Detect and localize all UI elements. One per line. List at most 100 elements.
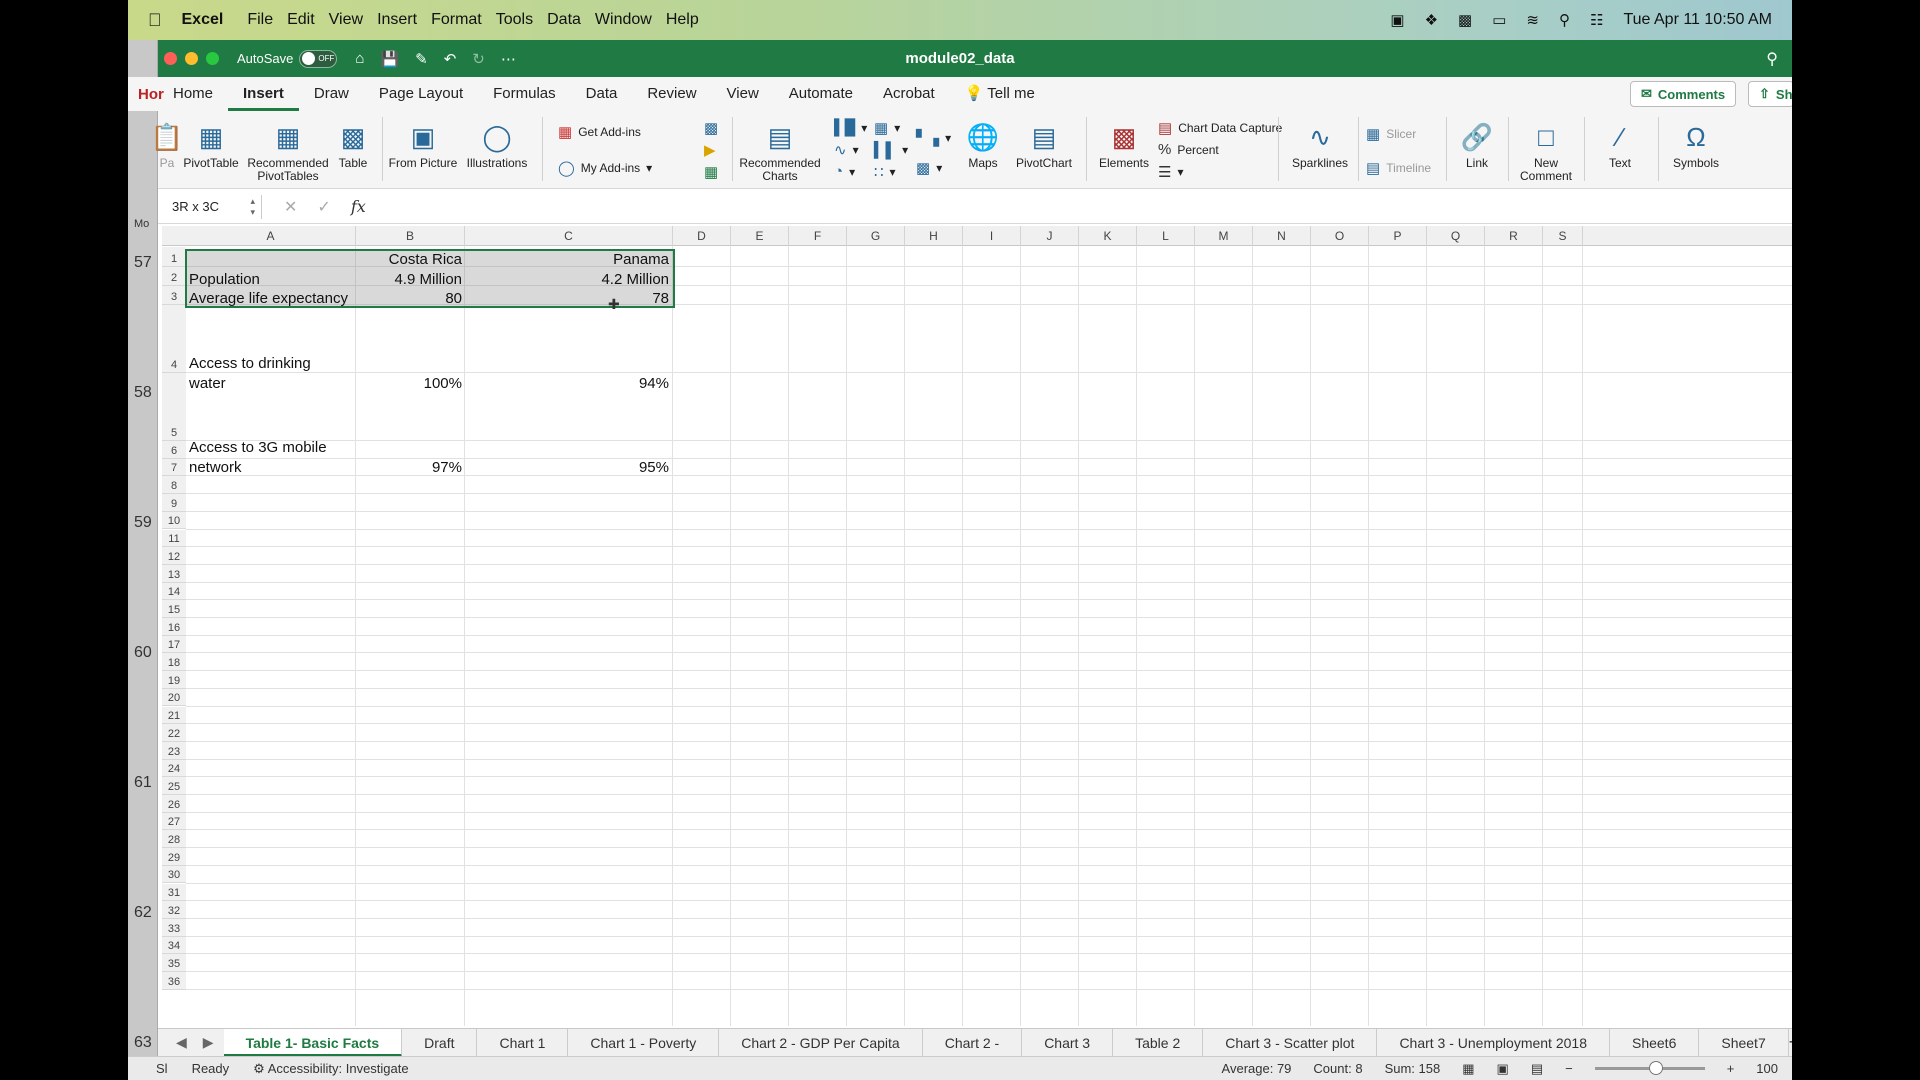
cell-A5-line2[interactable]: network xyxy=(186,458,356,477)
comments-button[interactable]: ✉ Comments xyxy=(1630,81,1737,107)
more-elements-button[interactable]: ☰ ▾ xyxy=(1158,163,1183,181)
column-header-B[interactable]: B xyxy=(356,226,465,246)
menu-view[interactable]: View xyxy=(329,11,363,29)
sheet-tab[interactable]: Chart 2 - xyxy=(923,1028,1023,1057)
recommended-charts-button[interactable]: ▤ Recommended Charts xyxy=(738,117,822,183)
row-header-17[interactable]: 17 xyxy=(162,635,186,654)
row-header-24[interactable]: 24 xyxy=(162,759,186,778)
more-icon[interactable]: ⋯ xyxy=(501,50,516,68)
close-window-button[interactable] xyxy=(164,52,177,65)
cell-A2[interactable]: Population xyxy=(186,270,356,289)
zoom-level[interactable]: 100 xyxy=(1756,1061,1778,1076)
row-header-25[interactable]: 25 xyxy=(162,777,186,795)
cell-A4-line1[interactable]: Access to drinking xyxy=(186,354,356,373)
slicer-button[interactable]: ▦ Slicer xyxy=(1366,125,1416,143)
row-header-13[interactable]: 13 xyxy=(162,564,186,583)
redo-icon[interactable]: ↻ xyxy=(472,50,485,68)
page-layout-view-icon[interactable]: ▣ xyxy=(1497,1061,1509,1077)
table-button[interactable]: ▩ Table xyxy=(330,117,376,170)
cell-A3[interactable]: Average life expectancy xyxy=(186,289,356,308)
cell-C5[interactable]: 95% xyxy=(465,458,672,477)
search-icon[interactable]: ⚲ xyxy=(1766,49,1778,69)
sheet-tab[interactable]: Chart 1 - Poverty xyxy=(568,1028,720,1057)
row-header-14[interactable]: 14 xyxy=(162,582,186,601)
zoom-slider[interactable] xyxy=(1594,1061,1705,1075)
tab-review[interactable]: Review xyxy=(632,77,711,111)
row-header-12[interactable]: 12 xyxy=(162,547,186,565)
chart-data-capture-button[interactable]: ▤ Chart Data Capture xyxy=(1158,119,1282,137)
row-header-15[interactable]: 15 xyxy=(162,600,186,618)
pivottable-button[interactable]: ▦ PivotTable xyxy=(178,117,244,170)
normal-view-icon[interactable]: ▦ xyxy=(1462,1061,1474,1077)
add-sheet-button[interactable]: + xyxy=(1789,1032,1792,1053)
tab-formulas[interactable]: Formulas xyxy=(478,77,571,111)
menubar-clock[interactable]: Tue Apr 11 10:50 AM xyxy=(1623,11,1772,29)
name-box[interactable]: 3R x 3C ▴ ▾ xyxy=(166,194,262,219)
row-header-7[interactable]: 7 xyxy=(162,458,186,477)
zoom-in-button[interactable]: + xyxy=(1727,1061,1735,1076)
tab-draw[interactable]: Draw xyxy=(299,77,364,111)
menu-window[interactable]: Window xyxy=(595,11,652,29)
menu-insert[interactable]: Insert xyxy=(377,11,417,29)
row-header-16[interactable]: 16 xyxy=(162,618,186,636)
row-header-28[interactable]: 28 xyxy=(162,830,186,849)
row-header-21[interactable]: 21 xyxy=(162,706,186,725)
cell-C4[interactable]: 94% xyxy=(465,374,672,393)
sheet-tab[interactable]: Sheet6 xyxy=(1610,1028,1700,1057)
row-header-4[interactable]: 4 xyxy=(162,305,186,373)
save-icon[interactable]: 💾 xyxy=(380,50,399,68)
row-header-18[interactable]: 18 xyxy=(162,653,186,672)
elements-button[interactable]: ▩ Elements xyxy=(1092,117,1156,170)
sheet-tab[interactable]: Chart 1 xyxy=(477,1028,569,1057)
column-header-L[interactable]: L xyxy=(1137,226,1195,246)
row-header-30[interactable]: 30 xyxy=(162,865,186,884)
confirm-formula-icon[interactable]: ✓ xyxy=(317,197,330,217)
row-header-2[interactable]: 2 xyxy=(162,267,186,286)
zoom-out-button[interactable]: − xyxy=(1565,1061,1573,1076)
tab-acrobat[interactable]: Acrobat xyxy=(868,77,950,111)
column-header-S[interactable]: S xyxy=(1543,226,1583,246)
get-addins-button[interactable]: ▦ Get Add-ins xyxy=(558,123,641,141)
cell-B3[interactable]: 80 xyxy=(356,289,465,308)
row-header-11[interactable]: 11 xyxy=(162,529,186,548)
row-header-23[interactable]: 23 xyxy=(162,741,186,760)
sparklines-button[interactable]: ∿ Sparklines xyxy=(1284,117,1356,170)
tab-data[interactable]: Data xyxy=(571,77,633,111)
column-header-N[interactable]: N xyxy=(1253,226,1311,246)
sheet-tab[interactable]: Table 1- Basic Facts xyxy=(223,1028,403,1057)
sheet-tab[interactable]: Table 2 xyxy=(1113,1028,1204,1057)
people-graph-icon[interactable]: ▦ xyxy=(704,163,718,181)
column-header-K[interactable]: K xyxy=(1079,226,1137,246)
menu-app-name[interactable]: Excel xyxy=(182,11,224,29)
tab-page-layout[interactable]: Page Layout xyxy=(364,77,478,111)
sheet-tab[interactable]: Sheet7 xyxy=(1699,1028,1789,1057)
percent-button[interactable]: % Percent xyxy=(1158,141,1219,158)
column-header-A[interactable]: A xyxy=(186,226,356,246)
tell-me[interactable]: 💡 Tell me xyxy=(950,77,1050,111)
cell-B4[interactable]: 100% xyxy=(356,374,465,393)
row-header-1[interactable]: 1 xyxy=(162,247,186,267)
cell-A4-line2[interactable]: water xyxy=(186,374,356,393)
screen-record-icon[interactable]: ▣ xyxy=(1390,11,1404,29)
timeline-button[interactable]: ▤ Timeline xyxy=(1366,159,1431,177)
pie-chart-button[interactable]: ◔ ▾ xyxy=(834,163,855,180)
row-header-8[interactable]: 8 xyxy=(162,476,186,495)
column-header-O[interactable]: O xyxy=(1311,226,1369,246)
cell-C1[interactable]: Panama xyxy=(465,250,672,269)
sheet-tab[interactable]: Chart 3 xyxy=(1022,1028,1114,1057)
sheet-tab[interactable]: Chart 2 - GDP Per Capita xyxy=(719,1028,923,1057)
row-header-29[interactable]: 29 xyxy=(162,848,186,866)
pivotchart-button[interactable]: ▤ PivotChart xyxy=(1008,117,1080,170)
row-header-26[interactable]: 26 xyxy=(162,795,186,813)
hierarchy-chart-button[interactable]: ▦ ▾ xyxy=(874,119,900,137)
statistic-chart-button[interactable]: ▍▌ ▾ xyxy=(874,141,908,159)
apple-icon[interactable]:  xyxy=(148,10,162,31)
column-header-R[interactable]: R xyxy=(1485,226,1543,246)
from-picture-button[interactable]: ▣ From Picture xyxy=(388,117,458,170)
row-header-3[interactable]: 3 xyxy=(162,286,186,305)
row-header-20[interactable]: 20 xyxy=(162,688,186,707)
autosave-toggle[interactable]: OFF xyxy=(299,49,338,68)
accessibility-status[interactable]: ⚙ Accessibility: Investigate xyxy=(253,1061,408,1077)
menu-data[interactable]: Data xyxy=(547,11,581,29)
cancel-formula-icon[interactable]: ✕ xyxy=(284,197,297,217)
